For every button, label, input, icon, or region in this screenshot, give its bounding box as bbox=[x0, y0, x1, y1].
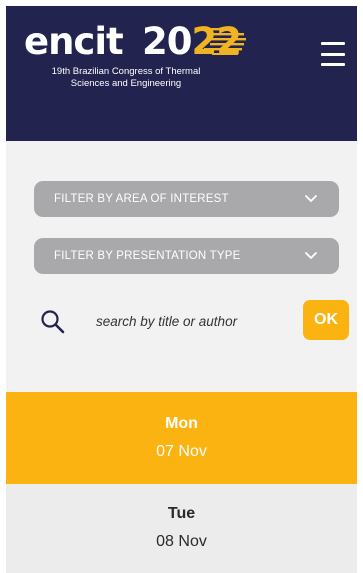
subtitle-line-2: Sciences and Engineering bbox=[70, 78, 182, 89]
menu-bar bbox=[321, 52, 345, 56]
subtitle-line-1: 19th Brazilian Congress of Thermal bbox=[51, 66, 201, 77]
search-input[interactable] bbox=[96, 309, 286, 333]
day-date: 08 Nov bbox=[156, 533, 207, 550]
area-filter-label: FILTER BY AREA OF INTEREST bbox=[54, 193, 229, 205]
event-logo[interactable]: encit 20 22 19th Brazilian Congress of T… bbox=[24, 20, 254, 96]
logo-wordmark: encit bbox=[24, 20, 124, 63]
search-bar: OK bbox=[6, 299, 357, 343]
day-tab-tue[interactable]: Tue 08 Nov bbox=[6, 484, 357, 573]
presentation-type-select[interactable]: FILTER BY PRESENTATION TYPE bbox=[34, 238, 339, 274]
day-name: Mon bbox=[165, 415, 198, 432]
logo-year-prefix: 20 bbox=[142, 20, 192, 63]
presentation-filter-label: FILTER BY PRESENTATION TYPE bbox=[54, 250, 241, 262]
search-ok-button[interactable]: OK bbox=[303, 300, 349, 340]
logo-stripes-graphic bbox=[204, 28, 246, 55]
chevron-down-icon bbox=[305, 252, 317, 259]
hamburger-menu-icon[interactable] bbox=[317, 42, 349, 66]
day-tab-mon[interactable]: Mon 07 Nov bbox=[6, 392, 357, 484]
day-name: Tue bbox=[167, 505, 196, 522]
logo-subtitle: 19th Brazilian Congress of Thermal Scien… bbox=[24, 66, 228, 90]
chevron-down-icon bbox=[305, 195, 317, 202]
search-icon[interactable] bbox=[40, 309, 66, 335]
filters-section: FILTER BY AREA OF INTEREST FILTER BY PRE… bbox=[6, 141, 357, 391]
menu-bar bbox=[321, 63, 345, 66]
menu-bar bbox=[321, 42, 345, 45]
day-date: 07 Nov bbox=[156, 443, 207, 460]
area-of-interest-select[interactable]: FILTER BY AREA OF INTEREST bbox=[34, 181, 339, 217]
header: encit 20 22 19th Brazilian Congress of T… bbox=[6, 6, 357, 141]
app-frame: encit 20 22 19th Brazilian Congress of T… bbox=[6, 6, 357, 573]
